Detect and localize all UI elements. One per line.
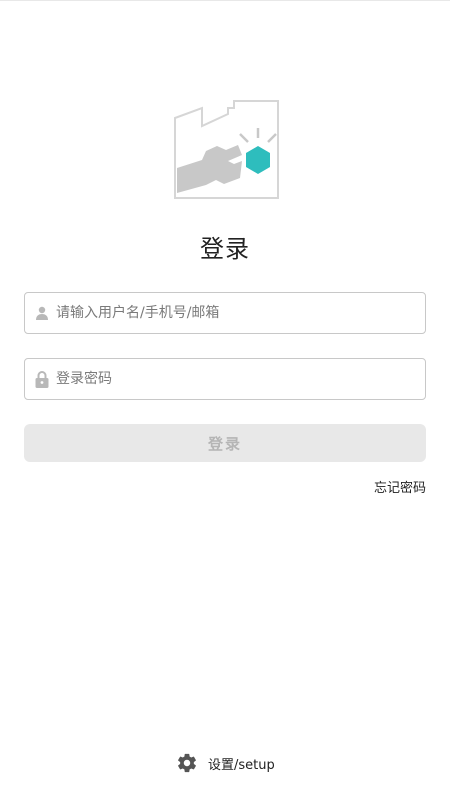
setup-button[interactable]: 设置/setup bbox=[176, 752, 275, 774]
login-page: 登录 登录 忘记密码 设置/setup bbox=[0, 0, 450, 800]
password-input[interactable] bbox=[56, 360, 425, 398]
username-input[interactable] bbox=[56, 294, 425, 332]
setup-label: 设置/setup bbox=[208, 757, 275, 773]
page-title: 登录 bbox=[200, 235, 250, 263]
app-logo bbox=[174, 100, 279, 199]
lock-icon bbox=[34, 370, 50, 388]
forgot-password-link[interactable]: 忘记密码 bbox=[374, 477, 426, 496]
username-field[interactable] bbox=[24, 292, 426, 334]
user-icon bbox=[34, 304, 50, 322]
password-field[interactable] bbox=[24, 358, 426, 400]
gear-icon bbox=[178, 753, 196, 773]
login-button[interactable]: 登录 bbox=[24, 424, 426, 462]
